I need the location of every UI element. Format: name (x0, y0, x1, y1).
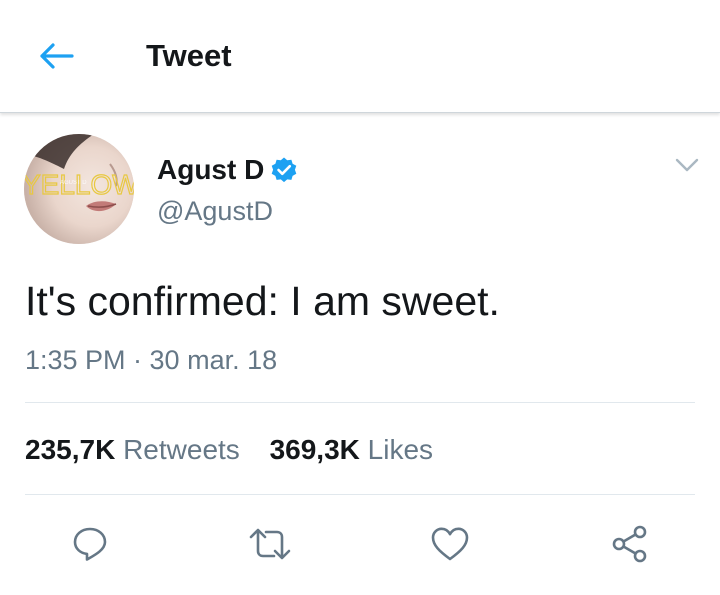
share-icon (612, 525, 647, 563)
tweet-timestamp[interactable]: 1:35 PM · 30 mar. 18 (25, 343, 277, 377)
likes-count: 369,3K (269, 434, 360, 465)
divider (25, 494, 695, 495)
likes-label: Likes (367, 434, 434, 465)
tweet-text: It's confirmed: I am sweet. (25, 278, 500, 324)
avatar[interactable]: YELLOW AGUST D (24, 134, 134, 244)
arrow-left-icon (40, 43, 74, 69)
share-button[interactable] (606, 520, 654, 568)
retweets-label: Retweets (123, 434, 240, 465)
back-button[interactable] (34, 36, 78, 76)
author-handle[interactable]: @AgustD (157, 194, 273, 228)
avatar-small-text: AGUST D (60, 180, 87, 186)
reply-icon (73, 527, 107, 561)
top-app-bar: Tweet (0, 0, 720, 113)
chevron-down-icon (675, 158, 699, 172)
retweets-count: 235,7K (25, 434, 116, 465)
page-title: Tweet (146, 38, 232, 73)
tweet-stats: 235,7K Retweets 369,3K Likes (25, 432, 455, 468)
tweet-options-button[interactable] (672, 152, 702, 178)
reply-button[interactable] (66, 520, 114, 568)
like-icon (431, 527, 469, 561)
divider (25, 402, 695, 403)
like-button[interactable] (426, 520, 474, 568)
retweet-icon (249, 528, 291, 560)
verified-badge-icon (270, 156, 298, 184)
retweets-stat[interactable]: 235,7K Retweets (25, 434, 240, 465)
retweet-button[interactable] (246, 520, 294, 568)
author-name[interactable]: Agust D (157, 153, 264, 187)
likes-stat[interactable]: 369,3K Likes (270, 434, 433, 465)
